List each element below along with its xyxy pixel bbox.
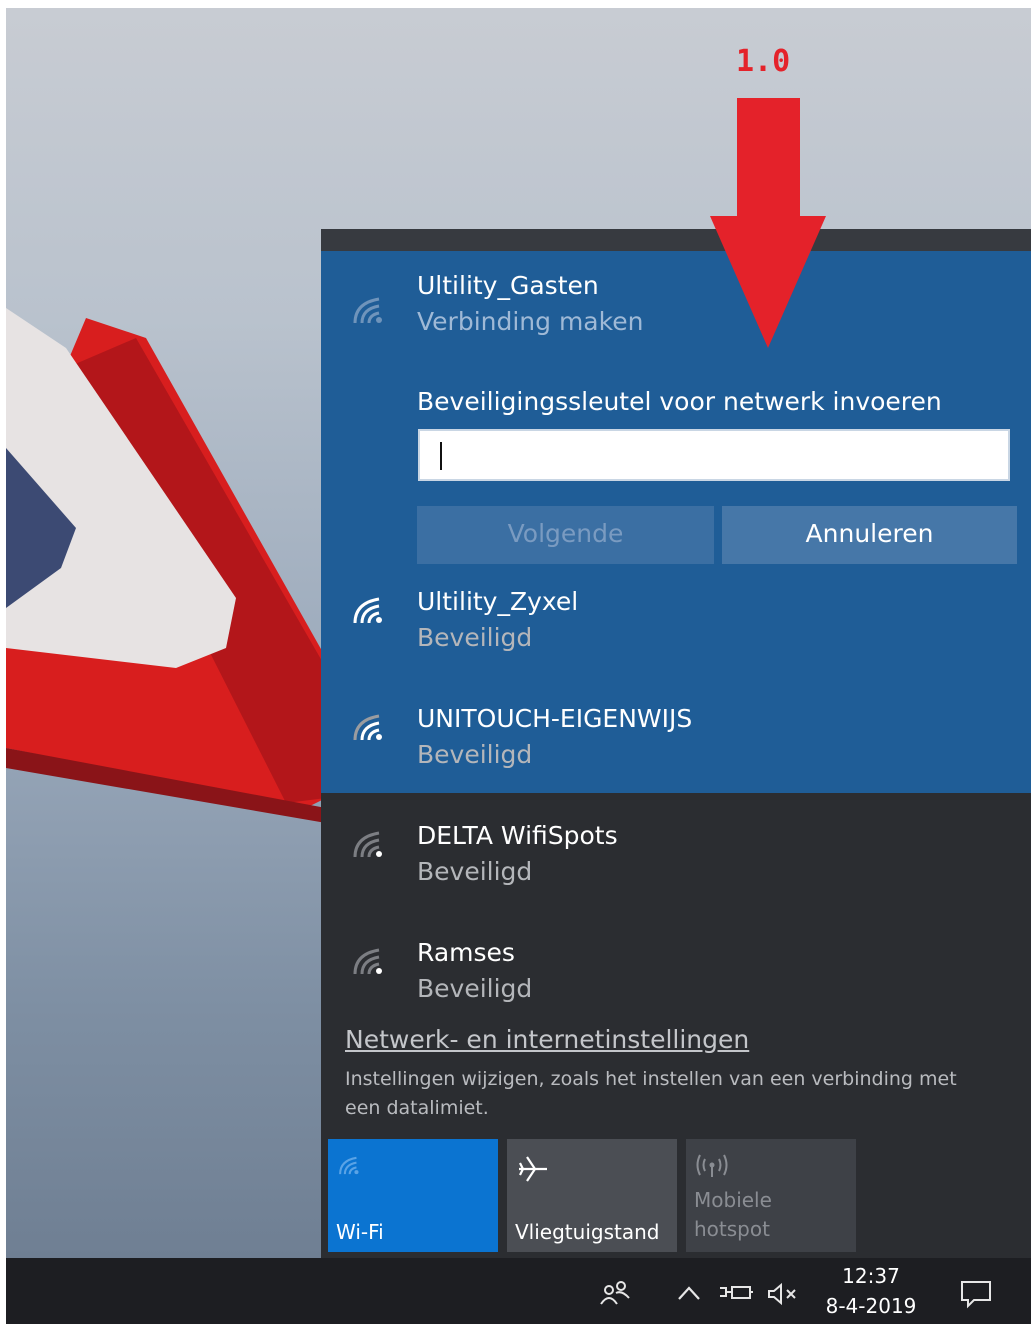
next-button[interactable]: Volgende: [417, 506, 714, 564]
text-caret: [440, 442, 442, 470]
selected-network-name: Ultility_Gasten: [417, 271, 599, 300]
hotspot-tile-label: Mobiele hotspot: [694, 1186, 772, 1244]
action-center-icon[interactable]: [958, 1278, 994, 1310]
network-name: Ultility_Zyxel: [417, 587, 579, 616]
network-flyout: Ultility_Gasten Verbinding maken Beveili…: [321, 229, 1031, 1258]
network-status: Beveiligd: [417, 974, 533, 1003]
flyout-top-edge: [321, 229, 1031, 251]
network-settings-description: Instellingen wijzigen, zoals het instell…: [345, 1068, 957, 1119]
volume-muted-icon[interactable]: [766, 1282, 800, 1306]
wifi-signal-icon: [353, 948, 382, 975]
wifi-icon: [339, 1156, 359, 1175]
network-name: DELTA WifiSpots: [417, 821, 618, 850]
people-icon[interactable]: [598, 1278, 632, 1308]
chevron-up-icon[interactable]: [676, 1284, 702, 1302]
hotspot-label-line2: hotspot: [694, 1217, 770, 1241]
taskbar: 12:37 8-4-2019: [6, 1258, 1031, 1324]
wifi-toggle-tile[interactable]: Wi-Fi: [328, 1139, 498, 1252]
network-status: Beveiligd: [417, 623, 533, 652]
selected-network-status: Verbinding maken: [417, 307, 644, 336]
network-status: Beveiligd: [417, 857, 533, 886]
wifi-signal-icon: [353, 831, 382, 858]
network-name: Ramses: [417, 938, 515, 967]
airplane-icon: [519, 1156, 547, 1182]
network-settings-link[interactable]: Netwerk- en internetinstellingen: [345, 1025, 749, 1054]
annotation-arrow-icon: [710, 98, 826, 348]
security-key-input[interactable]: [418, 429, 1010, 481]
clock-time[interactable]: 12:37: [821, 1264, 921, 1288]
mobile-hotspot-tile[interactable]: Mobiele hotspot: [686, 1139, 856, 1252]
network-name: UNITOUCH-EIGENWIJS: [417, 704, 693, 733]
security-key-label: Beveiligingssleutel voor netwerk invoere…: [417, 387, 942, 416]
power-plug-icon[interactable]: [718, 1282, 754, 1304]
wifi-signal-icon: [353, 714, 382, 741]
clock-date[interactable]: 8-4-2019: [821, 1294, 921, 1318]
cancel-button[interactable]: Annuleren: [722, 506, 1017, 564]
annotation-label: 1.0: [736, 44, 791, 79]
wifi-signal-icon: [353, 597, 382, 624]
network-status: Beveiligd: [417, 740, 533, 769]
wifi-signal-icon: [353, 297, 382, 324]
airplane-mode-tile[interactable]: Vliegtuigstand: [507, 1139, 677, 1252]
hotspot-label-line1: Mobiele: [694, 1188, 772, 1212]
wifi-tile-label: Wi-Fi: [336, 1220, 384, 1244]
hotspot-icon: [696, 1154, 728, 1177]
airplane-tile-label: Vliegtuigstand: [515, 1220, 660, 1244]
